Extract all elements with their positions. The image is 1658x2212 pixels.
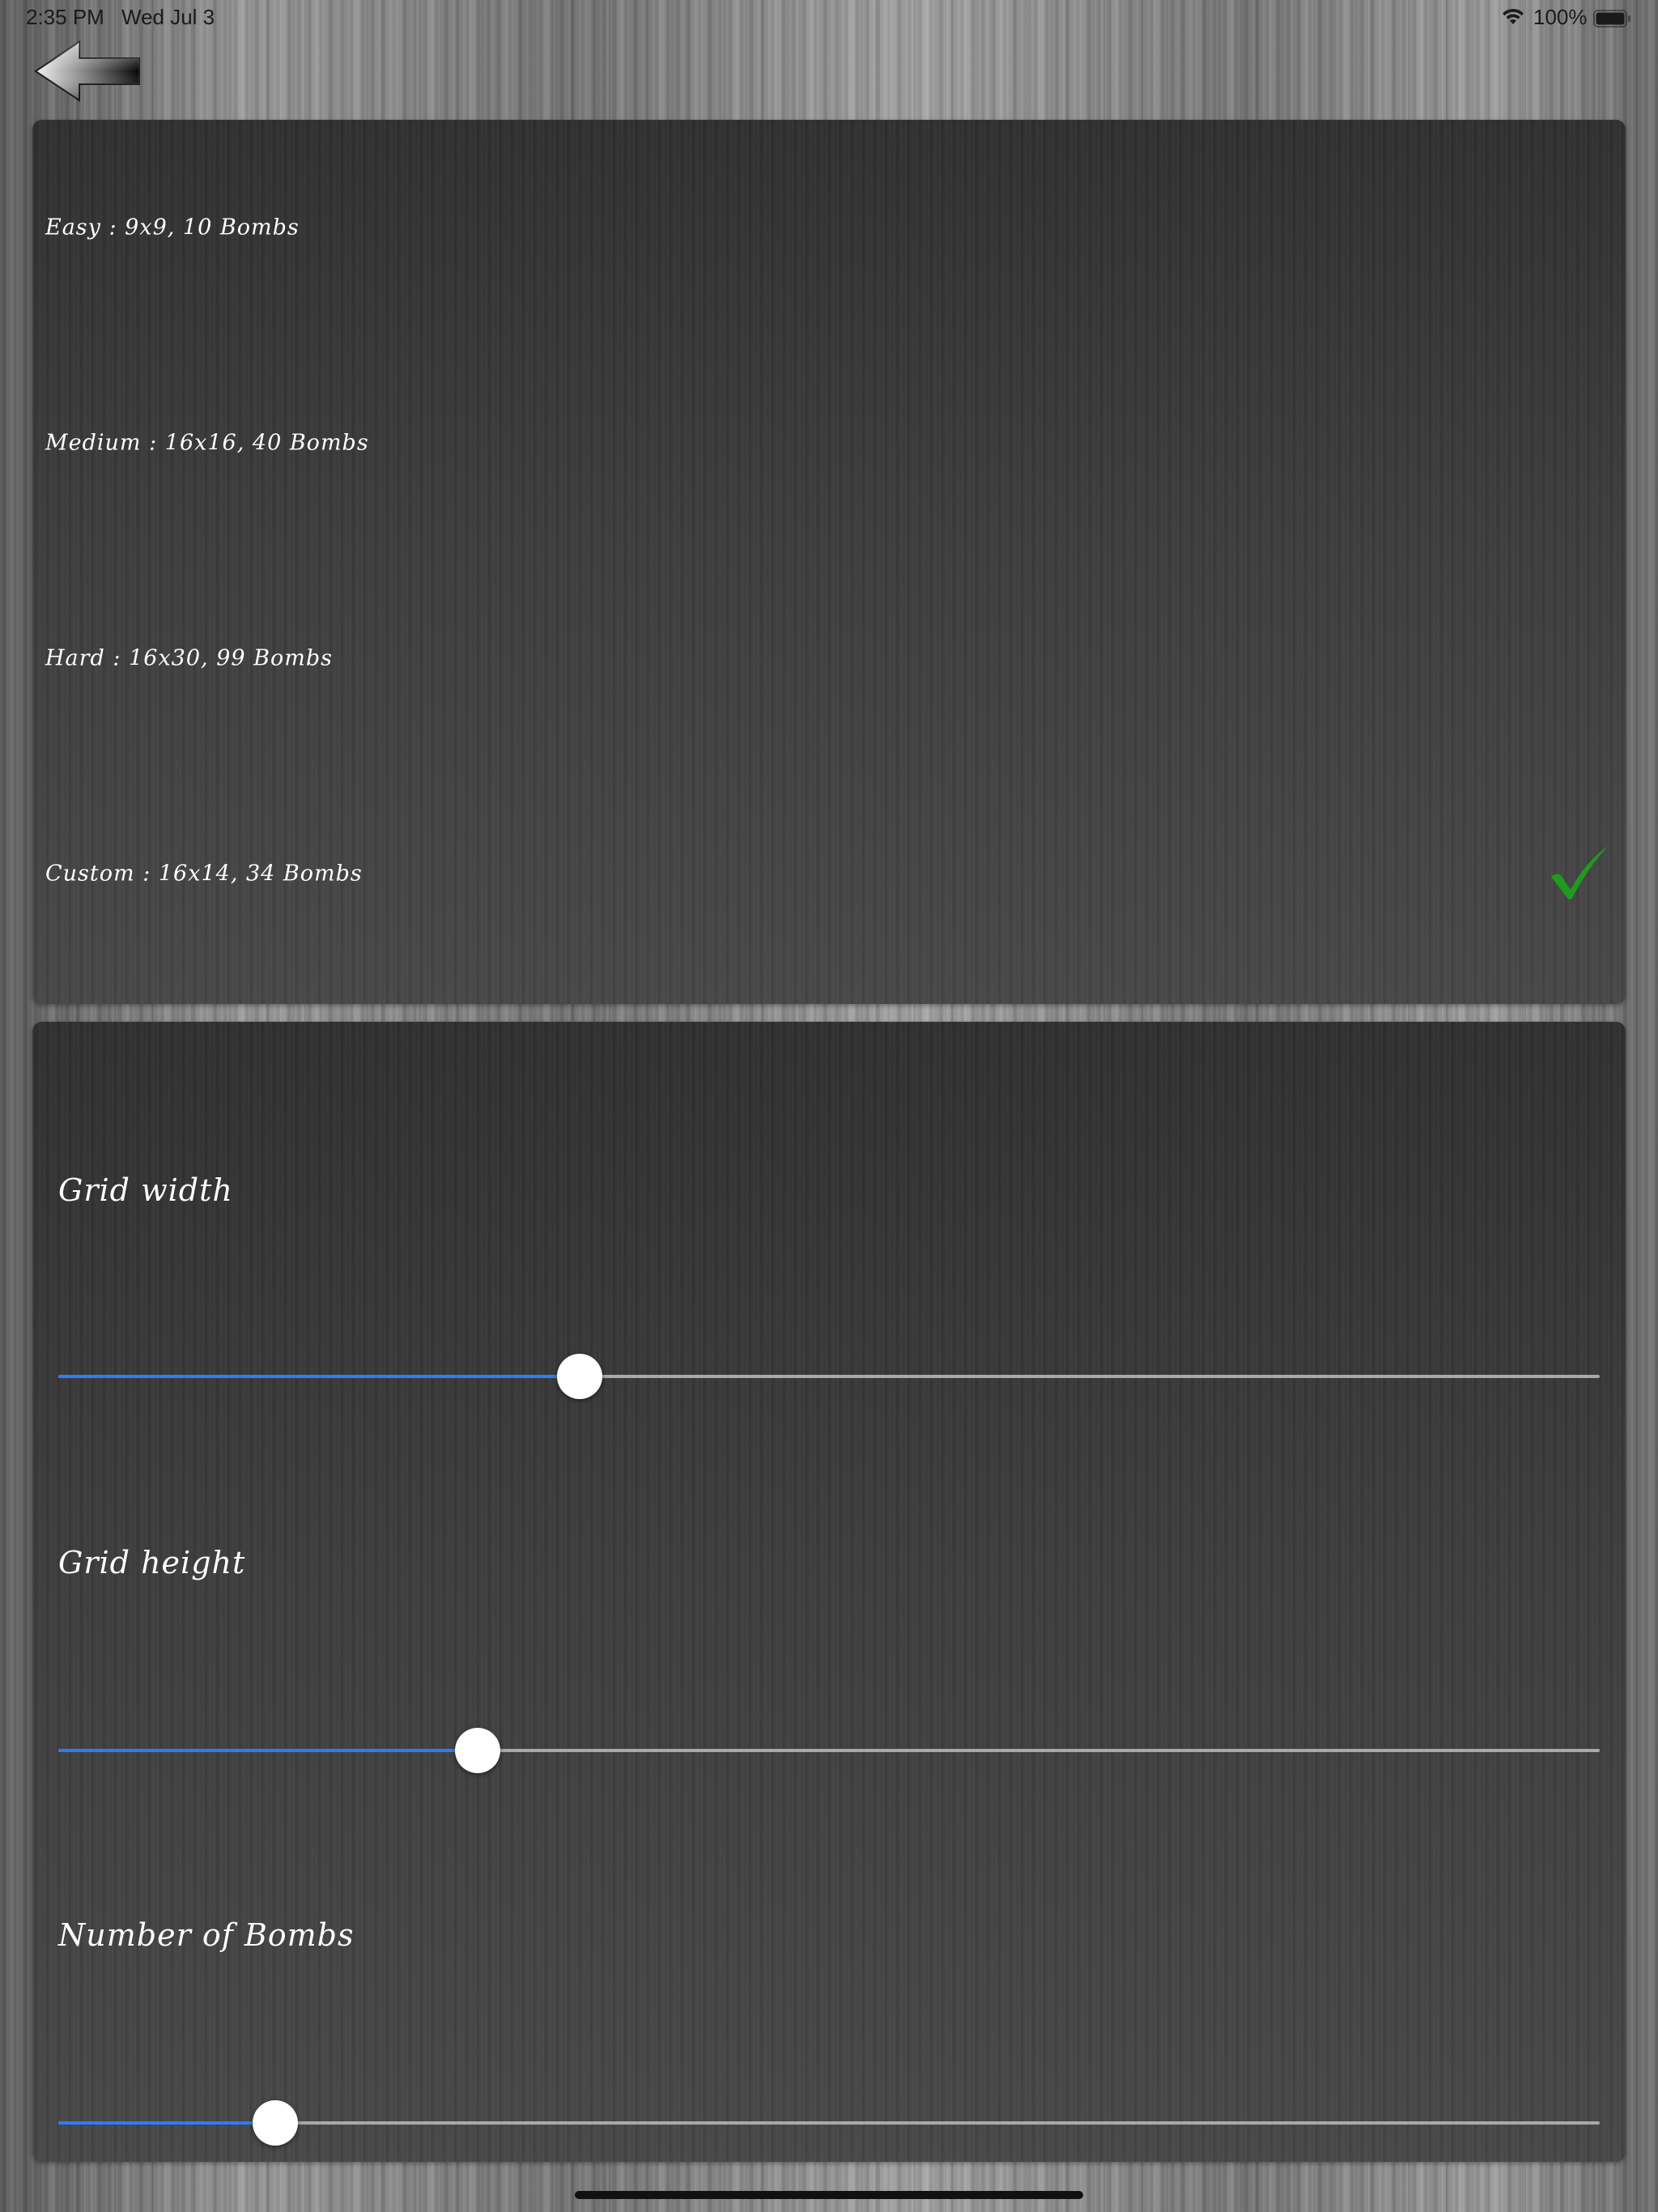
difficulty-label: Hard : 16x30, 99 Bombs <box>45 645 333 671</box>
wifi-icon <box>1503 8 1524 24</box>
slider-fill <box>58 1749 478 1752</box>
battery-percentage: 100% <box>1533 5 1588 29</box>
difficulty-label: Easy : 9x9, 10 Bombs <box>45 215 300 240</box>
checkmark-icon <box>1551 846 1608 900</box>
grid-height-slider[interactable] <box>58 1726 1600 1775</box>
slider-thumb[interactable] <box>556 1354 602 1399</box>
slider-thumb[interactable] <box>454 1728 500 1773</box>
custom-settings-panel: Grid width Grid height Number of Bombs <box>32 1022 1626 2162</box>
grid-height-label: Grid height <box>58 1545 246 1580</box>
slider-fill <box>58 1375 580 1378</box>
status-time: 2:35 PM <box>26 5 104 29</box>
slider-thumb[interactable] <box>253 2100 299 2146</box>
back-button[interactable] <box>32 39 142 104</box>
difficulty-option-medium[interactable]: Medium : 16x16, 40 Bombs <box>32 335 1626 551</box>
difficulty-option-hard[interactable]: Hard : 16x30, 99 Bombs <box>32 551 1626 766</box>
status-bar: 2:35 PM Wed Jul 3 100% <box>0 0 1658 39</box>
grid-width-slider[interactable] <box>58 1352 1600 1401</box>
difficulty-label: Custom : 16x14, 34 Bombs <box>45 861 363 887</box>
back-arrow-icon <box>34 40 140 102</box>
difficulty-label: Medium : 16x16, 40 Bombs <box>45 430 369 456</box>
number-of-bombs-slider[interactable] <box>58 2099 1600 2147</box>
difficulty-option-custom[interactable]: Custom : 16x14, 34 Bombs <box>32 766 1626 981</box>
slider-fill <box>58 2121 276 2125</box>
home-indicator <box>575 2191 1083 2199</box>
status-date: Wed Jul 3 <box>121 5 215 29</box>
grid-width-label: Grid width <box>58 1172 233 1208</box>
battery-icon <box>1593 10 1630 28</box>
number-of-bombs-label: Number of Bombs <box>58 1917 355 1953</box>
difficulty-option-easy[interactable]: Easy : 9x9, 10 Bombs <box>32 120 1626 335</box>
difficulty-list: Easy : 9x9, 10 Bombs Medium : 16x16, 40 … <box>32 120 1626 1004</box>
